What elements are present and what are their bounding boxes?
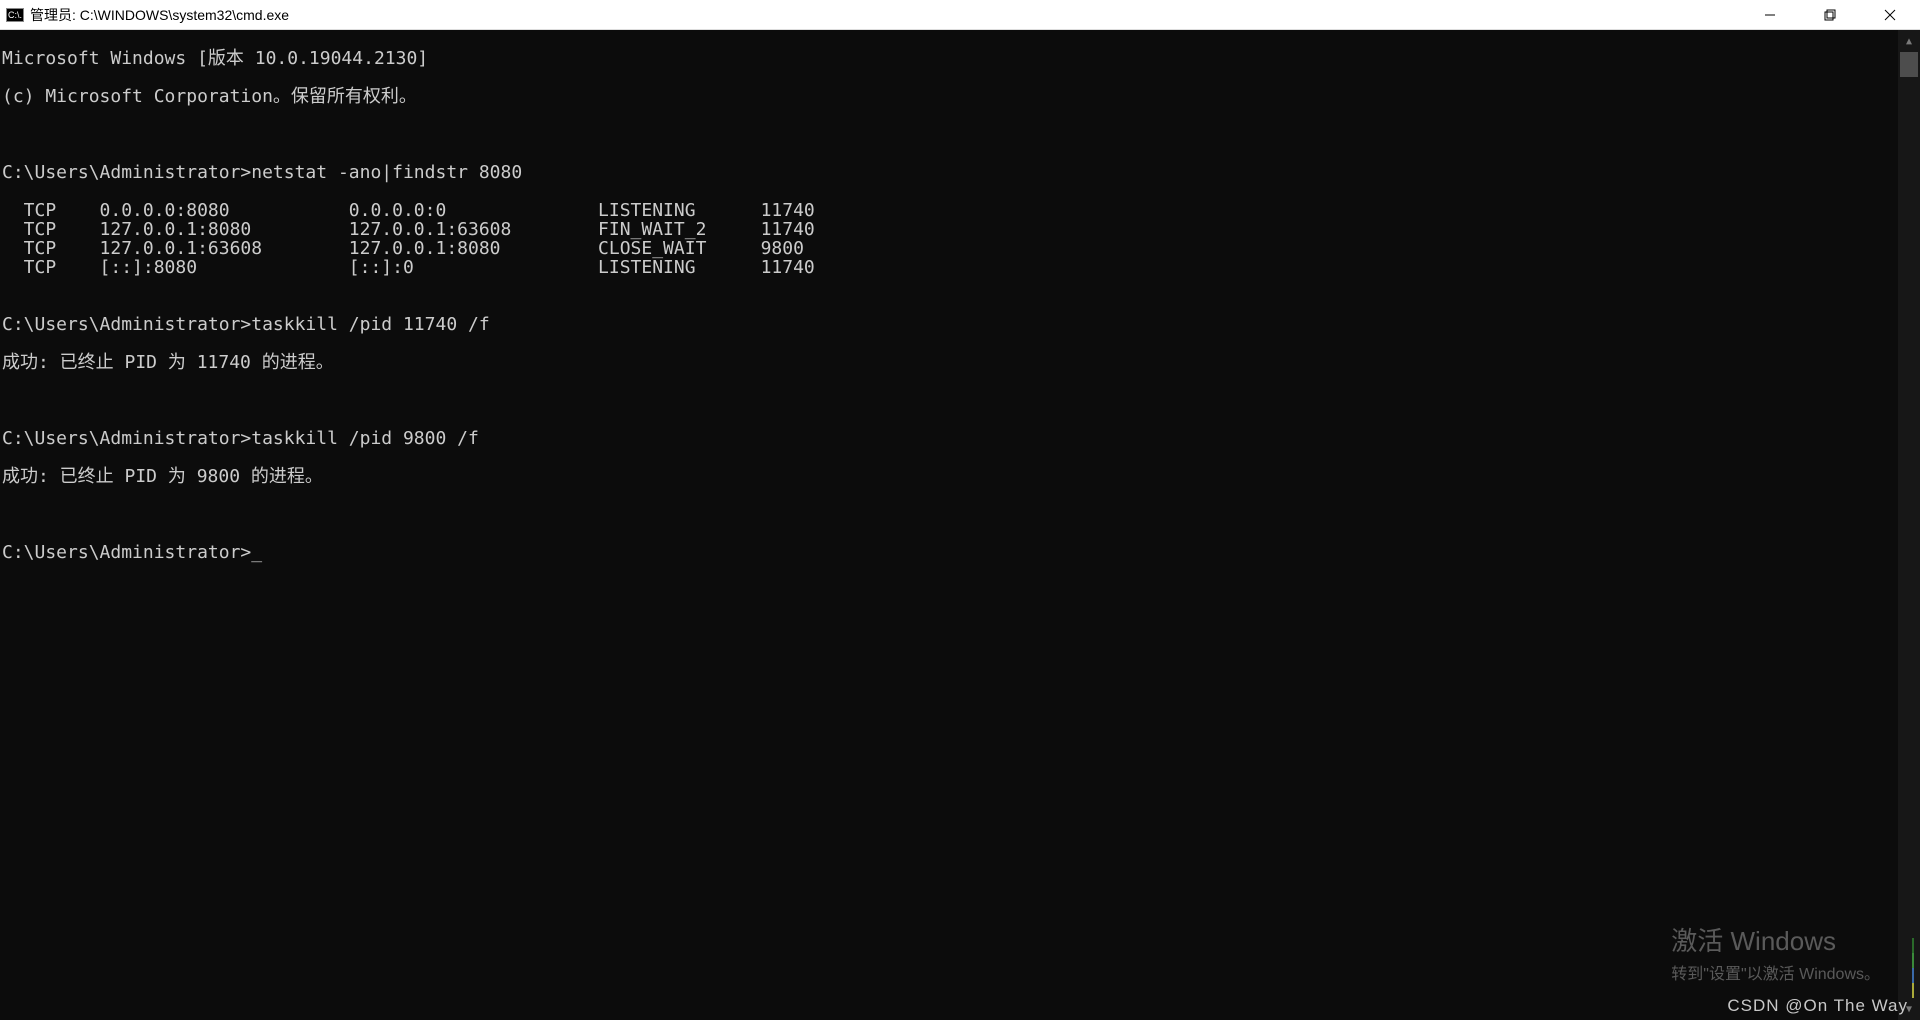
result-line-3: 成功: 已终止 PID 为 9800 的进程。: [2, 467, 1918, 486]
maximize-button[interactable]: [1800, 0, 1860, 29]
copyright-line: (c) Microsoft Corporation。保留所有权利。: [2, 87, 1918, 106]
minimize-button[interactable]: [1740, 0, 1800, 29]
result-line-2: 成功: 已终止 PID 为 11740 的进程。: [2, 353, 1918, 372]
version-line: Microsoft Windows [版本 10.0.19044.2130]: [2, 49, 1918, 68]
maximize-icon: [1824, 9, 1836, 21]
prompt-line-2: C:\Users\Administrator>taskkill /pid 117…: [2, 315, 1918, 334]
prompt-path: C:\Users\Administrator>: [2, 162, 251, 183]
prompt-line-1: C:\Users\Administrator>netstat -ano|find…: [2, 163, 1918, 182]
watermark-subtitle: 转到"设置"以激活 Windows。: [1671, 960, 1880, 984]
prompt-path: C:\Users\Administrator>: [2, 314, 251, 335]
titlebar: C:\. 管理员: C:\WINDOWS\system32\cmd.exe: [0, 0, 1920, 30]
console-area[interactable]: Microsoft Windows [版本 10.0.19044.2130] (…: [0, 30, 1920, 1020]
netstat-output: TCP 0.0.0.0:8080 0.0.0.0:0 LISTENING 117…: [2, 200, 815, 278]
command-3: taskkill /pid 9800 /f: [251, 428, 479, 449]
prompt-path: C:\Users\Administrator>: [2, 542, 251, 563]
cmd-icon: C:\.: [6, 8, 24, 22]
prompt-path: C:\Users\Administrator>: [2, 428, 251, 449]
close-icon: [1884, 9, 1896, 21]
command-1: netstat -ano|findstr 8080: [251, 162, 522, 183]
prompt-line-current: C:\Users\Administrator>: [2, 543, 1918, 562]
minimize-icon: [1764, 9, 1776, 21]
window-controls: [1740, 0, 1920, 29]
blank-line: [2, 505, 1918, 524]
blank-line: [2, 391, 1918, 410]
scroll-indicator: [1912, 938, 1918, 998]
window-title: 管理员: C:\WINDOWS\system32\cmd.exe: [30, 5, 1740, 25]
scrollbar[interactable]: ▲ ▼: [1898, 30, 1920, 1020]
command-2: taskkill /pid 11740 /f: [251, 314, 489, 335]
watermark-title: 激活 Windows: [1671, 921, 1880, 958]
blank-line: [2, 125, 1918, 144]
scroll-thumb[interactable]: [1900, 52, 1918, 77]
prompt-line-3: C:\Users\Administrator>taskkill /pid 980…: [2, 429, 1918, 448]
windows-activation-watermark: 激活 Windows 转到"设置"以激活 Windows。: [1671, 921, 1880, 984]
close-button[interactable]: [1860, 0, 1920, 29]
csdn-watermark: CSDN @On The Way: [1727, 996, 1908, 1016]
blank-line: [2, 277, 1918, 296]
scroll-up-button[interactable]: ▲: [1898, 30, 1920, 52]
